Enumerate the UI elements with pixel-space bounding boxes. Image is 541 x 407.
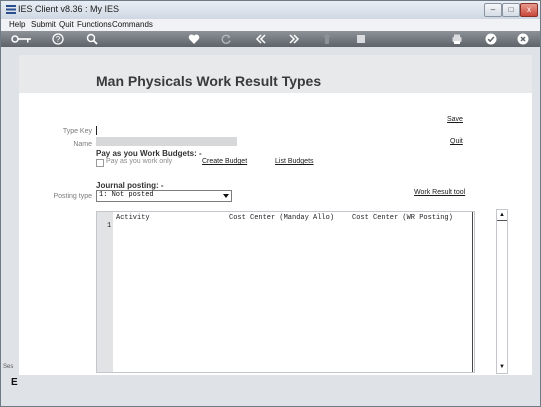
payg-only-label: Pay as you work only <box>106 158 173 165</box>
svg-text:?: ? <box>56 35 61 44</box>
window-title: IES Client v8.36 : My IES <box>18 4 120 14</box>
scroll-thumb[interactable] <box>497 220 507 221</box>
posting-type-label: Posting type <box>53 193 92 200</box>
help-icon[interactable]: ? <box>52 33 64 45</box>
form-canvas: Man Physicals Work Result Types Type Key… <box>19 55 532 375</box>
save-link[interactable]: Save <box>447 116 463 123</box>
stop-icon[interactable] <box>355 33 367 45</box>
toolbar: ? <box>1 31 540 47</box>
scroll-down-icon[interactable]: ▼ <box>498 363 506 371</box>
refresh-icon[interactable] <box>220 33 232 45</box>
type-key-cursor <box>96 126 97 135</box>
list-budgets-link[interactable]: List Budgets <box>275 158 314 165</box>
close-button[interactable]: x <box>520 3 538 17</box>
rewind-icon[interactable] <box>255 33 267 45</box>
minimize-button[interactable]: – <box>484 3 502 17</box>
side-label-e: E <box>11 377 18 388</box>
print-icon[interactable] <box>451 33 463 45</box>
app-icon <box>6 5 16 14</box>
close-icon[interactable] <box>517 33 529 45</box>
scroll-up-icon[interactable]: ▲ <box>498 211 506 219</box>
menu-functions[interactable]: Functions <box>77 20 112 29</box>
quit-link[interactable]: Quit <box>450 138 463 145</box>
work-result-tool-link[interactable]: Work Result tool <box>414 189 465 196</box>
row-number: 1 <box>107 222 112 230</box>
app-window: IES Client v8.36 : My IES – □ x Help Sub… <box>0 0 541 407</box>
menu-bar: Help Submit Quit Functions Commands <box>1 19 540 31</box>
side-label-ses: Ses <box>3 364 14 370</box>
posting-type-value: 1: Not posted <box>99 191 154 199</box>
journal-heading: Journal posting: - <box>96 181 164 190</box>
row-gutter <box>97 212 113 372</box>
grid-divider <box>472 212 473 372</box>
menu-commands[interactable]: Commands <box>112 20 153 29</box>
create-budget-link[interactable]: Create Budget <box>202 158 247 165</box>
menu-help[interactable]: Help <box>9 20 25 29</box>
name-label: Name <box>73 141 92 148</box>
name-input[interactable] <box>96 137 237 146</box>
chevron-down-icon <box>223 194 229 198</box>
page-title: Man Physicals Work Result Types <box>96 73 322 89</box>
title-bar: IES Client v8.36 : My IES – □ x <box>1 1 540 20</box>
type-key-input[interactable] <box>98 125 158 135</box>
search-icon[interactable] <box>86 33 98 45</box>
column-header-activity[interactable]: Activity <box>116 214 150 222</box>
fast-forward-icon[interactable] <box>288 33 300 45</box>
menu-quit[interactable]: Quit <box>59 20 74 29</box>
payg-heading: Pay as you Work Budgets: - <box>96 149 202 158</box>
key-icon[interactable] <box>11 33 33 45</box>
column-header-cost-center-wr[interactable]: Cost Center (WR Posting) <box>352 214 453 222</box>
upload-icon[interactable] <box>321 33 333 45</box>
menu-submit[interactable]: Submit <box>31 20 56 29</box>
result-grid[interactable]: Activity Cost Center (Manday Allo) Cost … <box>96 211 475 373</box>
maximize-button[interactable]: □ <box>502 3 520 17</box>
posting-type-select[interactable]: 1: Not posted <box>96 190 232 202</box>
vertical-scrollbar[interactable]: ▲ ▼ <box>496 209 508 374</box>
check-icon[interactable] <box>485 33 497 45</box>
column-header-cost-center-manday[interactable]: Cost Center (Manday Allo) <box>229 214 334 222</box>
payg-only-checkbox[interactable] <box>96 159 104 167</box>
heart-icon[interactable] <box>188 33 200 45</box>
type-key-label: Type Key <box>62 128 92 135</box>
